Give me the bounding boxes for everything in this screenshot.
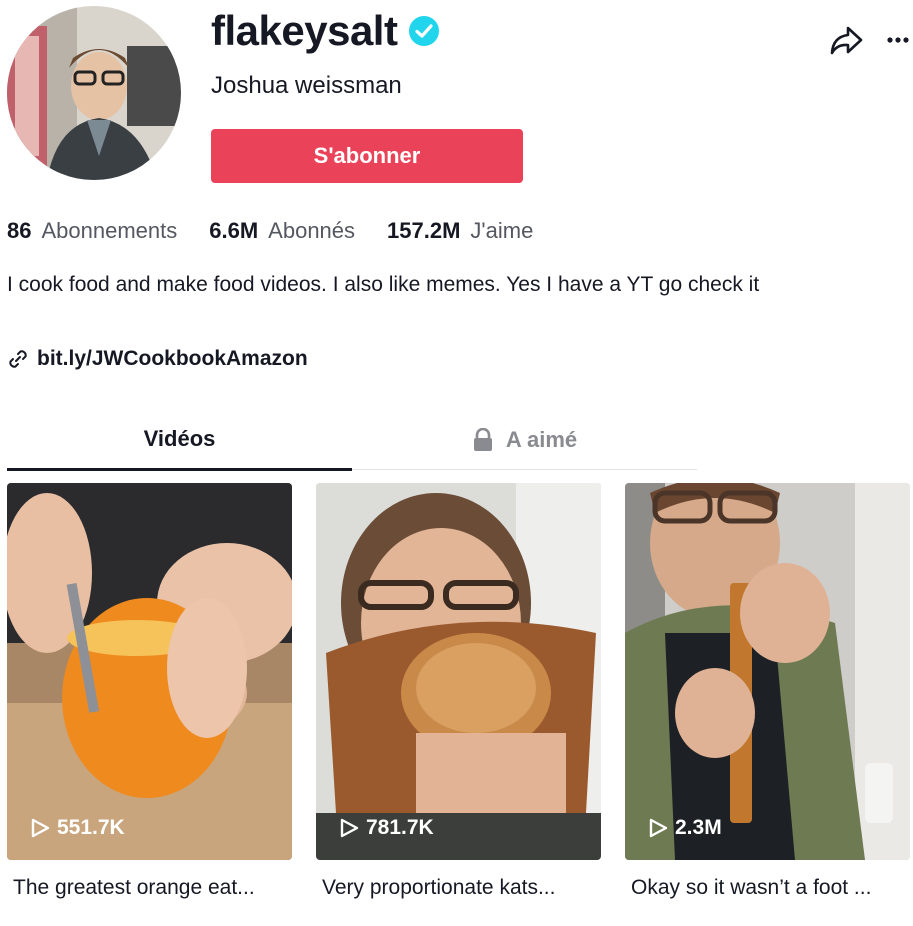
stat-likes: 157.2M J'aime [387,218,533,244]
bio-link-text[interactable]: bit.ly/JWCookbookAmazon [37,347,308,371]
profile-avatar[interactable] [7,6,181,180]
video-card[interactable]: 2.3M Okay so it wasn’t a foot ... [625,483,910,900]
play-icon [649,818,668,838]
view-count: 551.7K [29,816,125,840]
video-thumbnail[interactable]: 2.3M [625,483,910,860]
verified-check-icon [409,16,440,46]
video-grid: 551.7K The greatest orange eat... 781.7K… [7,483,910,900]
stat-label: Abonnements [41,218,178,243]
video-card[interactable]: 781.7K Very proportionate kats... [316,483,601,900]
bio-link[interactable]: bit.ly/JWCookbookAmazon [7,347,308,371]
stat-followers[interactable]: 6.6M Abonnés [209,218,355,244]
profile-stats: 86 Abonnements 6.6M Abonnés 157.2M J'aim… [7,218,565,244]
view-count-text: 551.7K [57,816,125,839]
username: flakeysalt [211,7,398,54]
avatar-image [7,6,181,180]
lock-icon [473,427,492,451]
stat-label: Abonnés [268,218,356,243]
video-thumbnail[interactable]: 551.7K [7,483,292,860]
display-name: Joshua weissman [211,72,402,99]
video-thumbnail-image [316,483,601,860]
stat-value: 86 [7,218,32,243]
play-icon [340,818,359,838]
view-count: 781.7K [338,816,434,840]
subscribe-button[interactable]: S'abonner [211,129,523,183]
stat-following[interactable]: 86 Abonnements [7,218,177,244]
video-caption[interactable]: Very proportionate kats... [316,876,601,900]
link-icon [9,350,27,368]
video-card[interactable]: 551.7K The greatest orange eat... [7,483,292,900]
tab-liked[interactable]: A aimé [352,410,697,469]
video-caption[interactable]: The greatest orange eat... [7,876,292,900]
video-caption[interactable]: Okay so it wasn’t a foot ... [625,876,910,900]
tab-videos-label: Vidéos [143,426,216,451]
stat-label: J'aime [470,218,534,243]
share-icon[interactable] [828,22,864,58]
profile-bio: I cook food and make food videos. I also… [7,273,760,296]
username-row: flakeysalt [211,4,440,58]
more-options-icon[interactable] [886,30,910,50]
video-thumbnail[interactable]: 781.7K [316,483,601,860]
view-count-text: 2.3M [675,816,722,839]
profile-tabs: Vidéos A aimé [7,410,697,471]
tab-videos[interactable]: Vidéos [7,410,352,471]
play-icon [31,818,50,838]
stat-value: 157.2M [387,218,461,243]
tab-liked-label: A aimé [505,426,578,452]
view-count-text: 781.7K [366,816,434,839]
video-thumbnail-image [7,483,292,860]
video-thumbnail-image [625,483,910,860]
stat-value: 6.6M [209,218,259,243]
view-count: 2.3M [647,816,722,840]
